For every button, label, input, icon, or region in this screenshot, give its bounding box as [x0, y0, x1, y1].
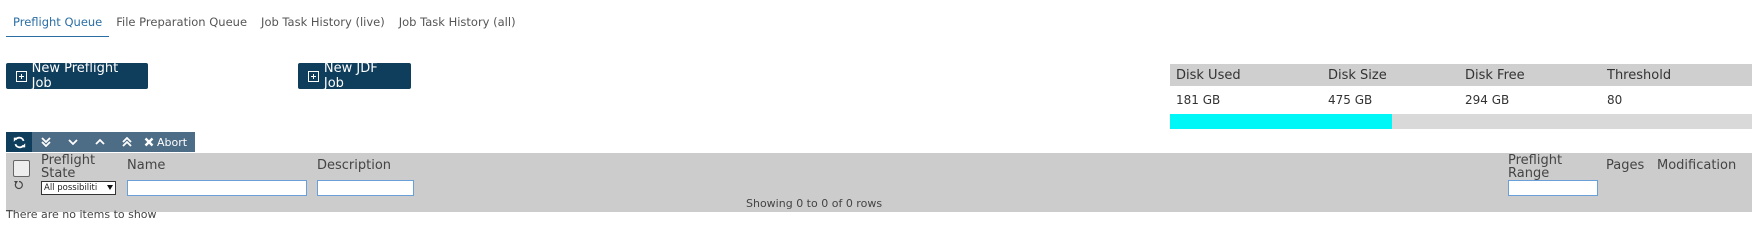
pagination-info: Showing 0 to 0 of 0 rows [746, 197, 883, 210]
preflight-range-filter-input[interactable] [1508, 180, 1598, 196]
preflight-state-filter-value: All possibiliti [44, 183, 98, 193]
description-filter-input[interactable] [317, 180, 414, 196]
description-column-header[interactable]: Description [317, 159, 391, 172]
tab-file-preparation-queue[interactable]: File Preparation Queue [109, 10, 254, 36]
refresh-button[interactable] [6, 132, 32, 152]
tab-job-task-history-live[interactable]: Job Task History (live) [254, 10, 392, 36]
select-all-checkbox[interactable] [13, 160, 30, 177]
disk-free-value: 294 GB [1465, 92, 1510, 107]
new-preflight-job-label: New Preflight Job [31, 61, 119, 91]
move-to-top-button[interactable] [113, 132, 140, 152]
threshold-header: Threshold [1607, 67, 1672, 83]
preflight-jobs-grid-header: Preflight State All possibiliti Name Des… [6, 153, 1752, 212]
tab-preflight-queue[interactable]: Preflight Queue [6, 10, 110, 37]
grid-toolbar: Abort [6, 132, 196, 152]
tab-job-task-history-all[interactable]: Job Task History (all) [392, 10, 523, 36]
plus-square-icon [16, 70, 27, 82]
disk-used-header: Disk Used [1176, 67, 1241, 83]
abort-label: Abort [157, 135, 188, 149]
select-caret-icon [107, 185, 113, 190]
plus-square-icon [308, 70, 319, 82]
reset-filter-icon[interactable] [14, 180, 24, 190]
new-preflight-job-button[interactable]: New Preflight Job [6, 61, 148, 91]
name-filter-input[interactable] [127, 180, 307, 196]
chevron-up-icon [94, 138, 105, 145]
close-icon [144, 137, 154, 147]
threshold-value: 80 [1607, 92, 1623, 107]
disk-usage-panel: Disk Used Disk Size Disk Free Threshold … [1170, 64, 1752, 129]
empty-grid-message: There are no items to show [6, 208, 157, 221]
disk-used-value: 181 GB [1176, 92, 1221, 107]
disk-usage-header: Disk Used Disk Size Disk Free Threshold [1170, 64, 1752, 86]
double-chevron-down-icon [40, 137, 51, 147]
disk-free-header: Disk Free [1465, 67, 1525, 83]
name-column-header[interactable]: Name [127, 159, 165, 172]
disk-usage-bar-fill [1170, 114, 1392, 129]
modification-column-header[interactable]: Modification [1657, 159, 1736, 172]
preflight-state-filter-select[interactable]: All possibiliti [41, 181, 116, 195]
disk-size-header: Disk Size [1328, 67, 1387, 83]
preflight-range-column-header[interactable]: Preflight Range [1508, 154, 1580, 180]
refresh-icon [13, 136, 25, 148]
preflight-state-column-header[interactable]: Preflight State [41, 154, 111, 180]
abort-button[interactable]: Abort [140, 132, 195, 152]
move-up-button[interactable] [86, 132, 113, 152]
tab-bar: Preflight Queue File Preparation Queue J… [6, 10, 523, 37]
disk-size-value: 475 GB [1328, 92, 1373, 107]
chevron-down-icon [67, 139, 78, 146]
move-to-bottom-button[interactable] [32, 132, 59, 152]
double-chevron-up-icon [121, 137, 132, 147]
pages-column-header[interactable]: Pages [1606, 159, 1644, 172]
new-jdf-job-label: New JDF Job [323, 61, 378, 91]
new-jdf-job-button[interactable]: New JDF Job [298, 61, 411, 91]
disk-usage-values: 181 GB 475 GB 294 GB 80 [1170, 86, 1752, 113]
move-down-button[interactable] [59, 132, 86, 152]
disk-usage-bar [1170, 114, 1752, 129]
